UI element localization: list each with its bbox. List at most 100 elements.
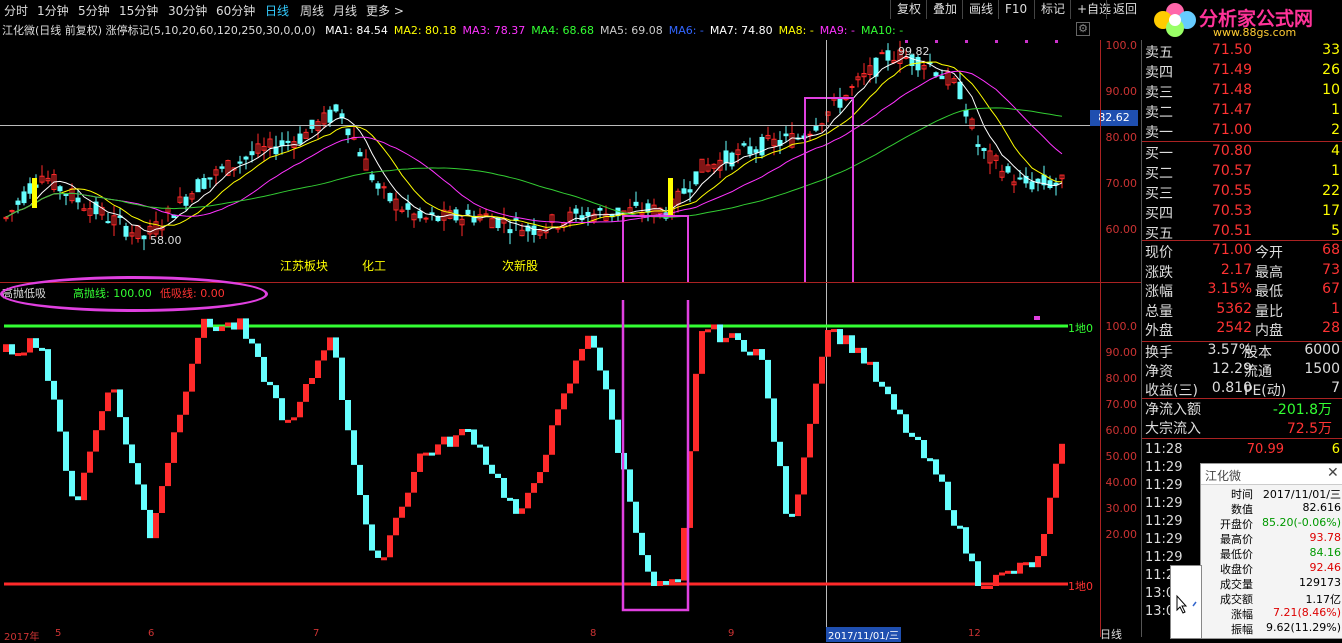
quote-cell: 股本 [1244,345,1272,361]
annotation-chemical: 化工 [362,259,387,273]
data-popup: 江化微 ✕ 时间 2017/11/01/三 数值 82.616 开盘价 85.20(-0.… [1200,463,1342,639]
indicator-bar [471,429,477,445]
ma-legend-item: MA8: - [778,24,814,37]
indicator-bar [939,474,945,482]
popup-value: 129173 [1299,576,1341,589]
indicator-bar [963,527,969,554]
row-price: 71.47 [1211,102,1252,118]
candle-body [939,75,945,80]
quote-cell: 流通 [1244,364,1272,380]
candle-body [201,178,207,189]
quote-row: 现价 71.00 今开 68 [1142,242,1342,262]
overlay-button[interactable]: 叠加 [926,0,963,19]
f10-button[interactable]: F10 [998,0,1033,19]
date-tick: 8 [590,628,597,639]
indicator-bar [969,553,975,562]
high-price-label: 99.82 [898,45,930,58]
period-tab-30min[interactable]: 30分钟 [168,2,207,19]
period-tab-weekly[interactable]: 周线 [300,2,324,19]
flow-cell: 大宗流入 [1145,421,1201,437]
chart-title: 江化微(日线 前复权) 涨停标记(5,10,20,60,120,250,30,0… [2,24,316,37]
candle-body [681,188,687,194]
period-tab-15min[interactable]: 15分钟 [119,2,158,19]
bid-row[interactable]: 买一 70.80 4 [1142,143,1342,163]
period-tab-fenshi[interactable]: 分时 [4,2,28,19]
indicator-bar [423,452,429,456]
indicator-bar [369,524,375,551]
ma-line [5,70,1063,224]
close-icon[interactable]: ✕ [1327,465,1339,481]
indicator-bar [1017,562,1023,574]
candle-body [885,50,891,61]
period-tab-more[interactable]: 更多 > [366,2,404,19]
candle-body [327,109,333,123]
popup-value: 7.21(8.46%) [1272,606,1341,619]
indicator-bar [837,329,843,345]
ma-settings-icon[interactable]: ⚙ [1076,22,1090,36]
candle-body [207,177,213,180]
back-button[interactable]: 返回 [1106,0,1143,19]
indicator-bar [441,436,447,445]
indicator-bar [987,586,993,589]
bid-row[interactable]: 买二 70.57 1 [1142,163,1342,183]
ask-row[interactable]: 卖五 71.50 33 [1142,42,1342,62]
period-tab-monthly[interactable]: 月线 [333,2,357,19]
indicator-bar [981,586,987,589]
indicator-bar [171,432,177,463]
bid-row[interactable]: 买四 70.53 17 [1142,203,1342,223]
period-tab-60min[interactable]: 60分钟 [216,2,255,19]
indicator-bar [75,496,81,501]
low-price-label: 58.00 [150,234,182,247]
candle-body [585,211,591,217]
candle-body [27,183,33,194]
period-tab-1min[interactable]: 1分钟 [37,2,69,19]
marker-dot [965,40,968,43]
annotation-new-stock: 次新股 [502,259,539,273]
candle-body [243,156,249,160]
ask-row[interactable]: 卖三 71.48 10 [1142,82,1342,102]
indicator-bar [849,335,855,353]
fuquan-button[interactable]: 复权 [890,0,927,19]
indicator-bar [351,430,357,465]
indicator-bar [795,494,801,517]
draw-line-button[interactable]: 画线 [962,0,999,19]
indicator-bar [117,389,123,418]
indicator-bar [681,527,687,581]
mark-button[interactable]: 标记 [1034,0,1071,19]
popup-label: 成交量 [1220,578,1253,591]
indicator-bar [933,459,939,475]
bid-row[interactable]: 买三 70.55 22 [1142,183,1342,203]
indicator-bar [639,532,645,556]
ma-legend: 江化微(日线 前复权) 涨停标记(5,10,20,60,120,250,30,0… [2,22,915,38]
ask-row[interactable]: 卖一 71.00 2 [1142,122,1342,142]
indicator-bar [393,517,399,536]
indicator-bar [999,572,1005,576]
quote-cell: 1 [1331,300,1340,317]
indicator-bar [699,331,705,374]
indicator-bar [195,337,201,364]
high-line-tag: 1地0 [1068,322,1093,335]
indicator-bar [375,550,381,558]
indicator-bar [297,401,303,418]
period-tab-5min[interactable]: 5分钟 [78,2,110,19]
popup-value: 2017/11/01/三 [1262,488,1341,501]
quote-row: 涨幅 3.15% 最低 67 [1142,281,1342,301]
row-volume: 26 [1322,62,1340,78]
indicator-bar [267,381,273,386]
candle-body [465,209,471,215]
period-tab-daily[interactable]: 日线 [265,2,289,19]
row-label: 卖三 [1145,85,1173,101]
indicator-chart[interactable] [0,300,1100,637]
row-volume: 4 [1331,143,1340,159]
indicator-bar [573,360,579,384]
ask-row[interactable]: 卖四 71.49 26 [1142,62,1342,82]
indicator-bar [753,349,759,356]
indicator-bar [555,409,561,426]
indicator-bar [123,417,129,445]
indicator-bar [1023,562,1029,566]
indicator-bar [153,512,159,539]
candle-body [285,140,291,143]
popup-value: 92.46 [1309,561,1342,574]
ask-row[interactable]: 卖二 71.47 1 [1142,102,1342,122]
row-label: 卖五 [1145,45,1173,61]
